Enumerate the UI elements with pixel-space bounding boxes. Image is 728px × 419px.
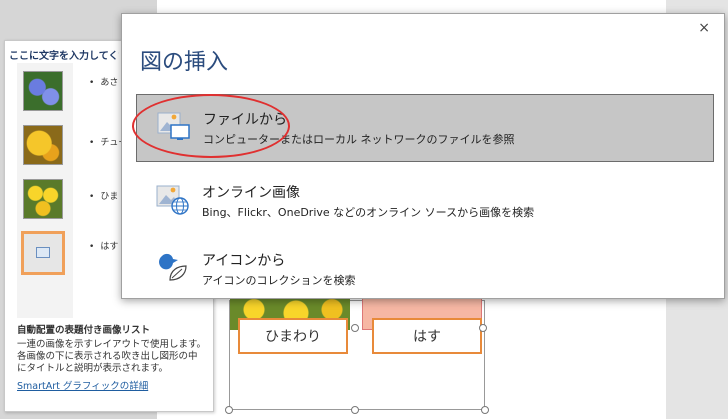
- online-pictures-option[interactable]: オンライン画像 Bing、Flickr、OneDrive などのオンライン ソー…: [136, 168, 714, 236]
- option-title: オンライン画像: [202, 185, 300, 201]
- picture-placeholder-icon: [36, 247, 50, 258]
- online-picture-icon: [156, 185, 189, 215]
- resize-handle[interactable]: [481, 406, 489, 414]
- resize-handle[interactable]: [351, 406, 359, 414]
- text-pane-header: ここに文字を入力してくだ: [9, 51, 119, 62]
- bullet-item[interactable]: ひま: [89, 189, 118, 202]
- smartart-label[interactable]: はす: [372, 318, 482, 354]
- from-icons-option[interactable]: アイコンから アイコンのコレクションを検索: [136, 236, 714, 304]
- picture-thumbnail-1[interactable]: [23, 71, 63, 111]
- smartart-details-link[interactable]: SmartArt グラフィックの詳細: [17, 381, 207, 393]
- option-title: アイコンから: [202, 253, 286, 269]
- smartart-label[interactable]: ひまわり: [238, 318, 348, 354]
- dialog-title: 図の挿入: [140, 50, 229, 75]
- highlight-ring-annotation: [132, 94, 290, 158]
- picture-thumbnail-3[interactable]: [23, 179, 63, 219]
- resize-handle[interactable]: [225, 406, 233, 414]
- picture-thumbnail-column: [17, 63, 73, 318]
- layout-desc-line: にタイトルと説明が表示されます。: [17, 363, 169, 374]
- resize-handle[interactable]: [479, 324, 487, 332]
- layout-description: 自動配置の表題付き画像リスト 一連の画像を示すレイアウトで使用します。 各画像の…: [17, 325, 207, 393]
- layout-title: 自動配置の表題付き画像リスト: [17, 325, 151, 336]
- option-description: Bing、Flickr、OneDrive などのオンライン ソースから画像を検索: [202, 206, 535, 219]
- layout-desc-line: 各画像の下に表示される吹き出し図形の中: [17, 351, 198, 362]
- picture-placeholder-thumbnail[interactable]: [21, 231, 65, 275]
- picture-thumbnail-2[interactable]: [23, 125, 63, 165]
- option-description: アイコンのコレクションを検索: [202, 274, 356, 287]
- icons-bird-icon: [159, 253, 187, 281]
- resize-handle[interactable]: [351, 324, 359, 332]
- layout-desc-line: 一連の画像を示すレイアウトで使用します。: [17, 339, 207, 350]
- bullet-item[interactable]: あさ: [89, 75, 118, 88]
- bullet-item[interactable]: はす: [89, 239, 118, 252]
- close-button[interactable]: ×: [698, 20, 710, 36]
